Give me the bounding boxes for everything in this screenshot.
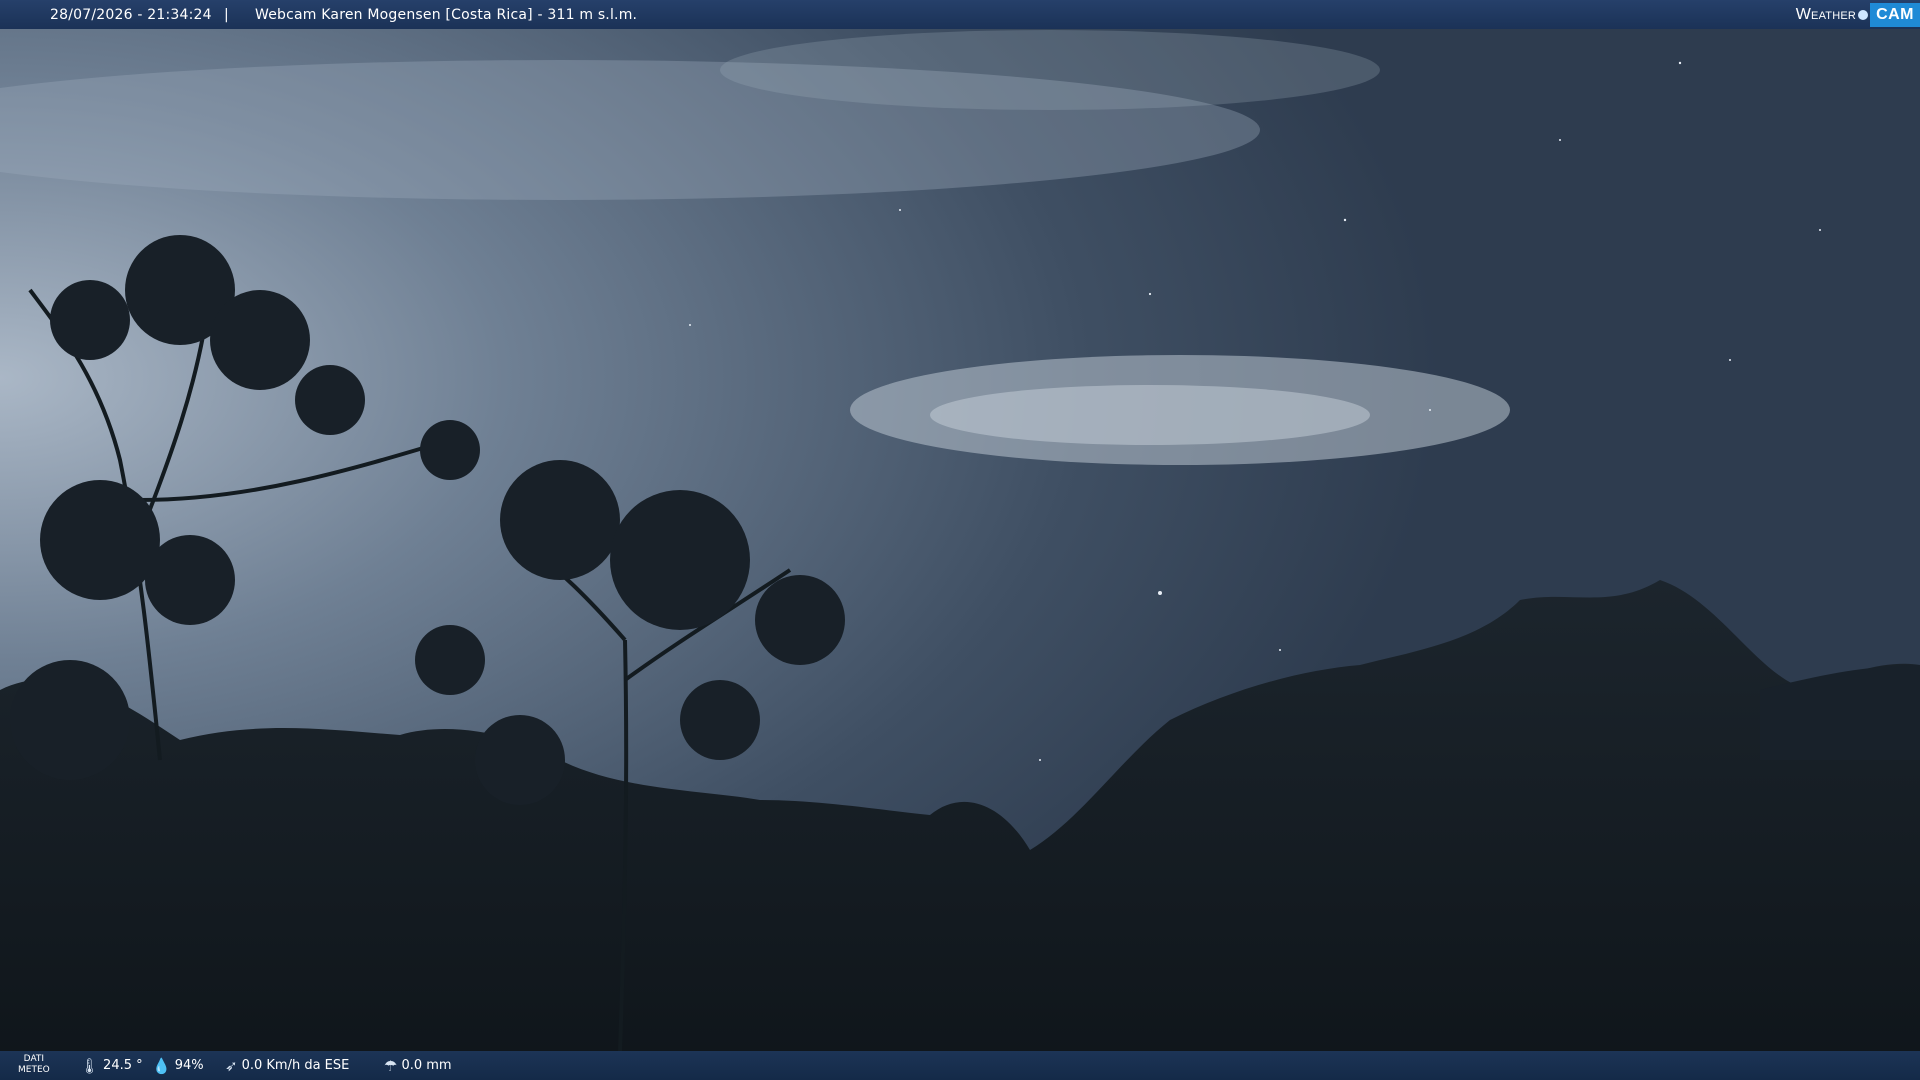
webcam-title: Webcam Karen Mogensen [Costa Rica] - 311… bbox=[255, 6, 638, 23]
temperature-value: 24.5 ° bbox=[103, 1058, 143, 1073]
cloud-band-core bbox=[930, 385, 1370, 445]
thermometer-icon: 🌡 bbox=[80, 1056, 100, 1075]
wind-icon: ➶ bbox=[225, 1056, 238, 1075]
humidity-value: 94% bbox=[174, 1058, 204, 1073]
humidity-reading: 💧 94% bbox=[152, 1051, 204, 1080]
dati-meteo-label: DATI METEO bbox=[18, 1054, 50, 1075]
temperature-reading: 🌡 24.5 ° bbox=[80, 1051, 143, 1080]
wind-reading: ➶ 0.0 Km/h da ESE bbox=[225, 1051, 349, 1080]
cloud-wisp-top bbox=[720, 30, 1380, 110]
wind-value: 0.0 Km/h da ESE bbox=[241, 1058, 350, 1073]
logo-badge: CAM bbox=[1870, 2, 1920, 27]
logo-text: Weather bbox=[1795, 5, 1857, 23]
rain-reading: ☂ 0.0 mm bbox=[384, 1051, 452, 1080]
rain-value: 0.0 mm bbox=[401, 1058, 452, 1073]
rain-gauge-icon: ☂ bbox=[384, 1056, 398, 1075]
logo-dot-icon bbox=[1858, 9, 1869, 20]
humidity-drop-icon: 💧 bbox=[152, 1056, 171, 1075]
header-bar: 28/07/2026 - 21:34:24 | Webcam Karen Mog… bbox=[0, 0, 1920, 29]
weather-data-bar: DATI METEO 🌡 24.5 ° 💧 94% ➶ 0.0 Km/h da … bbox=[0, 1051, 1920, 1080]
webcam-night-image bbox=[0, 0, 1920, 1080]
weathercam-logo: Weather CAM bbox=[1796, 0, 1920, 29]
timestamp: 28/07/2026 - 21:34:24 bbox=[50, 6, 212, 23]
header-separator: | bbox=[224, 6, 229, 23]
